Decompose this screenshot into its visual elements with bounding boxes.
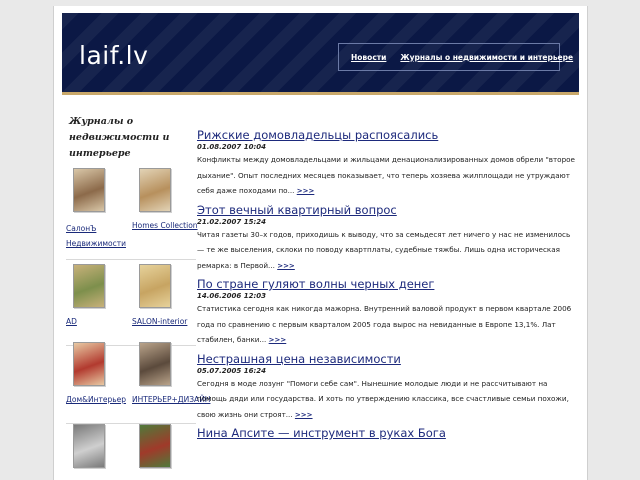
- magazine-cover-image[interactable]: [73, 168, 105, 212]
- top-navigation: Новости Журналы о недвижимости и интерье…: [338, 43, 573, 71]
- news-title-link[interactable]: Рижские домовладельцы распоясались: [197, 128, 577, 143]
- read-more-link[interactable]: >>>: [295, 411, 313, 419]
- news-list: Рижские домовладельцы распоясались 01.08…: [197, 128, 577, 444]
- news-item: Нестрашная цена независимости 05.07.2005…: [197, 352, 577, 424]
- news-excerpt: Статистика сегодня как никогда мажорна. …: [197, 301, 577, 349]
- news-date: 05.07.2005 16:24: [197, 366, 267, 375]
- news-excerpt-text: Читая газеты 30–х годов, приходишь к выв…: [197, 229, 571, 270]
- news-date: 21.02.2007 15:24: [197, 217, 267, 226]
- sidebar: Журналы о недвижимости и интерьере Салон…: [66, 114, 210, 468]
- divider: [66, 259, 196, 260]
- read-more-link[interactable]: >>>: [269, 336, 287, 344]
- news-title-link[interactable]: Этот вечный квартирный вопрос: [197, 203, 577, 218]
- news-item: По стране гуляют волны черных денег 14.0…: [197, 277, 577, 349]
- news-item: Этот вечный квартирный вопрос 21.02.2007…: [197, 203, 577, 275]
- news-title-link[interactable]: По стране гуляют волны черных денег: [197, 277, 577, 292]
- magazine-cover-image[interactable]: [139, 424, 171, 468]
- read-more-link[interactable]: >>>: [297, 187, 315, 195]
- read-more-link[interactable]: >>>: [277, 262, 295, 270]
- magazine-cover-image[interactable]: [139, 342, 171, 386]
- magazine-link[interactable]: Homes Collection: [132, 221, 198, 230]
- news-excerpt-text: Статистика сегодня как никогда мажорна. …: [197, 304, 572, 344]
- news-date: 14.06.2006 12:03: [197, 292, 267, 300]
- site-logo[interactable]: laif.lv: [79, 41, 148, 70]
- news-excerpt: Сегодня в моде лозунг "Помоги себе сам".…: [197, 376, 577, 424]
- news-title-link[interactable]: Нина Апсите — инструмент в руках Бога: [197, 426, 577, 441]
- news-excerpt-text: Конфликты между домовладельцами и жильца…: [197, 155, 575, 195]
- magazine-link[interactable]: Дом&Интерьер: [66, 395, 126, 404]
- magazine-cover-image[interactable]: [73, 424, 105, 468]
- news-date: 01.08.2007 10:04: [197, 143, 267, 151]
- news-item: Рижские домовладельцы распоясались 01.08…: [197, 128, 577, 200]
- magazine-cover-image[interactable]: [73, 264, 105, 308]
- news-excerpt: Конфликты между домовладельцами и жильца…: [197, 152, 577, 200]
- magazine-cover-image[interactable]: [139, 168, 171, 212]
- magazine-cover-image[interactable]: [139, 264, 171, 308]
- site-header: laif.lv Новости Журналы о недвижимости и…: [62, 13, 579, 95]
- magazine-link[interactable]: СалонЪ Недвижимости: [66, 221, 126, 251]
- nav-link-news[interactable]: Новости: [351, 53, 386, 62]
- magazine-link[interactable]: SALON-interior: [132, 317, 187, 326]
- news-title-link[interactable]: Нестрашная цена независимости: [197, 352, 577, 367]
- news-excerpt: Читая газеты 30–х годов, приходишь к выв…: [197, 227, 577, 275]
- magazine-link[interactable]: AD: [66, 317, 77, 326]
- nav-link-magazines[interactable]: Журналы о недвижимости и интерьере: [400, 53, 573, 62]
- news-item: Нина Апсите — инструмент в руках Бога: [197, 426, 577, 441]
- magazine-cover-image[interactable]: [73, 342, 105, 386]
- page-container: laif.lv Новости Журналы о недвижимости и…: [53, 6, 588, 480]
- sidebar-title: Журналы о недвижимости и интерьере: [69, 116, 170, 159]
- news-excerpt-text: Сегодня в моде лозунг "Помоги себе сам".…: [197, 378, 569, 419]
